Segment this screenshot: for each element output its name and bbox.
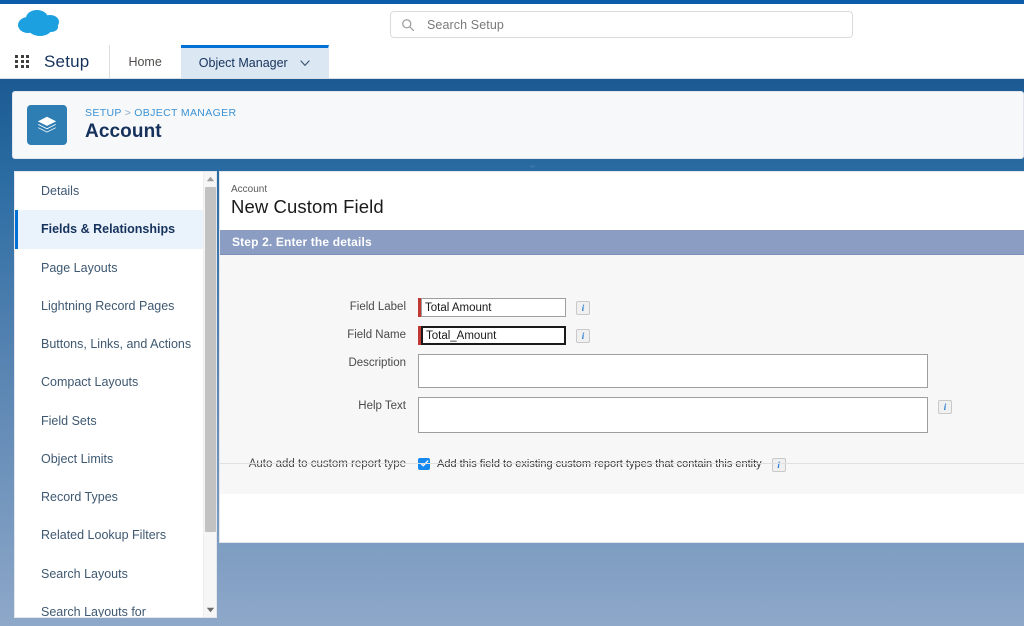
sidebar-item-lightning-record-pages[interactable]: Lightning Record Pages (15, 287, 205, 325)
sidebar-item-label: Details (41, 184, 80, 198)
search-icon (402, 18, 415, 31)
global-header: Search Setup (0, 4, 1024, 45)
nav-tabs: Home Object Manager (110, 45, 329, 78)
info-icon[interactable]: i (771, 458, 786, 472)
sidebar-item-search-layouts-classic[interactable]: Search Layouts for Salesforce Classic (15, 593, 205, 618)
sidebar-item-label: Lightning Record Pages (41, 298, 175, 313)
sidebar-item-label: Record Types (41, 490, 118, 504)
form-bottom-divider (220, 463, 1024, 464)
sidebar-item-related-lookup-filters[interactable]: Related Lookup Filters (15, 516, 205, 554)
sidebar-item-details[interactable]: Details (15, 172, 205, 210)
field-label-input[interactable] (421, 298, 566, 317)
main-content-panel: Account New Custom Field Step 2. Enter t… (219, 171, 1024, 543)
form-row-description: Description (220, 354, 1024, 388)
sidebar-item-label: Fields & Relationships (41, 222, 176, 237)
main-page-head: Account New Custom Field (220, 172, 1024, 218)
sidebar-item-page-layouts[interactable]: Page Layouts (15, 249, 205, 287)
breadcrumb-setup[interactable]: SETUP (85, 107, 122, 119)
breadcrumb: SETUP > OBJECT MANAGER (85, 107, 236, 119)
field-name-required-wrap (418, 326, 566, 345)
field-label-control: i (418, 298, 590, 317)
object-header-meta: SETUP > OBJECT MANAGER Account (85, 107, 236, 143)
field-name-input[interactable] (421, 326, 566, 345)
field-label-required-wrap (418, 298, 566, 317)
sidebar-scrollbar[interactable] (203, 172, 216, 617)
info-icon[interactable]: i (938, 400, 952, 414)
tab-home[interactable]: Home (110, 45, 180, 78)
page-title: Account (85, 121, 162, 142)
description-textarea[interactable] (418, 354, 928, 388)
sidebar-item-fields-relationships[interactable]: Fields & Relationships (15, 210, 205, 249)
info-icon[interactable]: i (576, 329, 590, 343)
info-icon[interactable]: i (576, 301, 590, 315)
form-row-help-text: Help Text i (220, 397, 1024, 433)
sidebar-item-label: Buttons, Links, and Actions (41, 337, 192, 351)
sidebar-item-label: Search Layouts (41, 566, 128, 581)
sidebar-item-label: Compact Layouts (41, 375, 139, 390)
breadcrumb-separator: > (124, 107, 132, 119)
sidebar-item-field-sets[interactable]: Field Sets (15, 402, 205, 440)
help-text-textarea[interactable] (418, 397, 928, 433)
tab-object-manager[interactable]: Object Manager (180, 45, 329, 78)
sidebar-item-object-limits[interactable]: Object Limits (15, 440, 205, 478)
sidebar-item-label: Object Limits (41, 451, 114, 466)
form-row-field-name: Field Name i (220, 326, 1024, 345)
setup-title: Setup (44, 45, 111, 78)
global-search-box[interactable]: Search Setup (390, 11, 853, 38)
sidebar-item-label: Search Layouts for Salesforce Classic (41, 604, 146, 618)
sidebar-item-label: Field Sets (41, 413, 97, 428)
field-name-label: Field Name (347, 329, 406, 341)
sidebar-item-label: Page Layouts (41, 260, 118, 275)
step-header-bar: Step 2. Enter the details (220, 230, 1024, 255)
scroll-down-arrow-icon[interactable] (204, 603, 216, 617)
sidebar-scrollbar-thumb[interactable] (205, 187, 216, 532)
tab-home-label: Home (128, 54, 162, 69)
help-text-label: Help Text (358, 400, 406, 412)
help-text-control: i (418, 397, 952, 433)
waffle-grid (15, 54, 29, 69)
sidebar-item-label: Related Lookup Filters (41, 528, 167, 543)
standard-object-layers-icon (27, 105, 67, 145)
main-page-title: New Custom Field (231, 196, 384, 217)
field-label-label: Field Label (349, 301, 406, 313)
chevron-down-icon[interactable] (300, 59, 310, 67)
search-placeholder: Search Setup (427, 17, 504, 32)
app-launcher-waffle-icon[interactable] (0, 45, 44, 78)
sidebar-item-search-layouts[interactable]: Search Layouts (15, 555, 205, 593)
tab-object-manager-label: Object Manager (198, 56, 288, 70)
description-label: Description (348, 357, 406, 369)
sidebar-item-record-types[interactable]: Record Types (15, 478, 205, 516)
sidebar-item-compact-layouts[interactable]: Compact Layouts (15, 363, 205, 401)
description-control (418, 354, 928, 388)
setup-nav-bar: Setup Home Object Manager (0, 45, 1024, 79)
scroll-up-arrow-icon[interactable] (204, 172, 216, 186)
field-name-control: i (418, 326, 590, 345)
sidebar-nav: Details Fields & Relationships Page Layo… (14, 171, 217, 618)
page-eyebrow: Account (231, 184, 268, 195)
object-header-card: SETUP > OBJECT MANAGER Account (12, 91, 1024, 159)
sidebar-item-buttons-links-actions[interactable]: Buttons, Links, and Actions (15, 325, 205, 363)
custom-field-form: Field Label i Field Name i Descr (220, 255, 1024, 494)
sidebar-item-list: Details Fields & Relationships Page Layo… (15, 172, 205, 618)
breadcrumb-object-manager[interactable]: OBJECT MANAGER (134, 107, 236, 119)
step-header-label: Step 2. Enter the details (232, 235, 372, 249)
salesforce-cloud-icon[interactable] (14, 6, 70, 42)
form-row-field-label: Field Label i (220, 298, 1024, 317)
